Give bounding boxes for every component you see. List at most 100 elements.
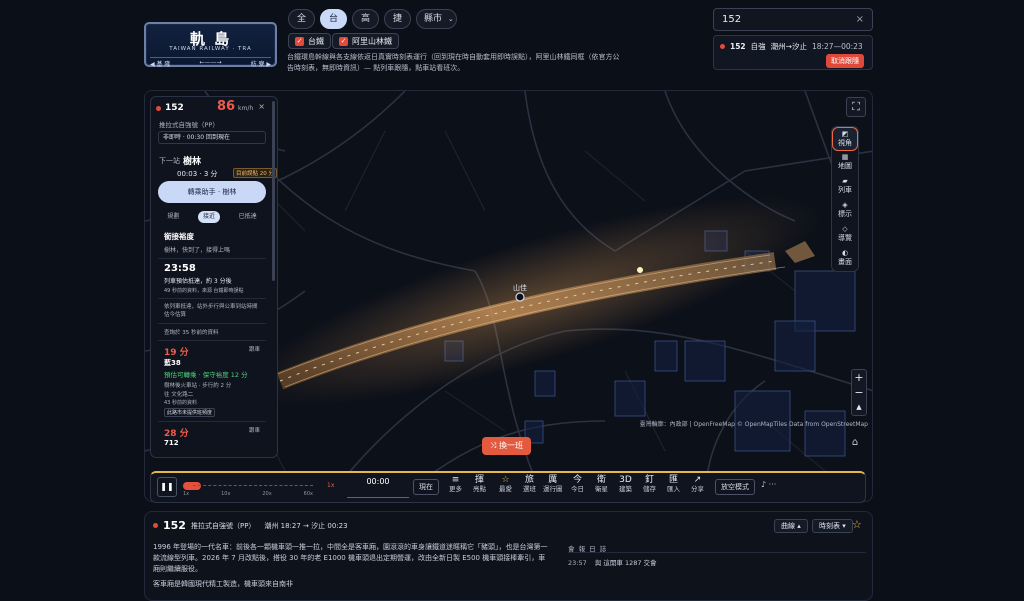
speed-slider[interactable]: 1x 10x 20x 60x [183, 478, 313, 498]
time-scrubber[interactable]: 00:00 [347, 476, 409, 498]
marker-icon: ◈ [842, 201, 848, 209]
curve-button[interactable]: 曲線 ▴ [774, 519, 808, 533]
tool-save[interactable]: 釘儲存 [643, 476, 656, 494]
filter-hsr-button[interactable]: 高 [352, 9, 379, 29]
follow-label[interactable]: 跟車 [249, 426, 260, 439]
rail-item-view[interactable]: ◩ 視角 [832, 127, 858, 151]
music-icon[interactable]: ♪ ··· [761, 480, 776, 489]
import-icon: 匯 [668, 475, 678, 485]
star-icon[interactable]: ☆ [852, 518, 862, 531]
rail-item-tour[interactable]: ◇ 導覽 [832, 223, 858, 247]
app-logo[interactable]: 軌 島 TAIWAN RAILWAY · TRA ◀ 基 隆 ←——→ 枋 寮 … [144, 22, 277, 68]
filter-city-dropdown[interactable]: 縣市 ⌄ [416, 9, 457, 29]
tool-satellite[interactable]: 衛衛星 [595, 476, 608, 494]
pause-button[interactable]: ❚❚ [157, 477, 177, 497]
filter-all-button[interactable]: 全 [288, 9, 315, 29]
panel-scroll-content[interactable]: 銜接裕度 樹林，快到了，接得上嗎 23:58 列車預估抵達，約 3 分後 49 … [158, 227, 266, 451]
station-label: 山佳 [513, 283, 527, 292]
train-description: 1996 年登場的一代名車：前後各一顆機車頭一推一拉，中間全是客車廂，園滾滾的車… [153, 543, 548, 573]
search-result-item[interactable]: 152 自強 潮州→汐止 18:27—00:23 取消跟隨 [713, 35, 873, 70]
connection-title: 銜接裕度 [164, 232, 194, 241]
log-entry: 23:57 與 這開車 1287 交會 [568, 557, 657, 567]
tool-label: 運行圖 [543, 485, 563, 493]
tool-label: 分享 [691, 485, 704, 493]
detail-train-number: 152 [163, 519, 186, 532]
realtime-banner: 非即時 · 00:30 回到現在 [158, 131, 266, 144]
clear-icon[interactable]: × [856, 14, 864, 25]
rail-item-map[interactable]: ▦ 地圖 [832, 151, 858, 175]
locate-icon[interactable]: ⌂ [848, 437, 862, 451]
panel-scrollbar[interactable] [272, 101, 275, 281]
speed-tick: 60x [303, 491, 313, 497]
rail-item-display[interactable]: ◐ 畫面 [832, 247, 858, 271]
now-button[interactable]: 現在 [413, 479, 439, 495]
log-time: 23:57 [568, 559, 587, 567]
tool-more[interactable]: ≡ 更多 [449, 476, 462, 494]
search-input[interactable]: 152 × [713, 8, 873, 31]
result-train-type: 自強 [750, 42, 766, 51]
tool-highlight[interactable]: 揮亮點 [473, 476, 486, 494]
tool-today[interactable]: 今今日 [571, 476, 584, 494]
rail-item-train[interactable]: ▰ 列車 [832, 175, 858, 199]
speed-tick: 10x [221, 491, 231, 497]
tool-import[interactable]: 匯匯入 [667, 476, 680, 494]
tool-label: 更多 [449, 485, 462, 493]
back-to-now-link[interactable]: 回到現在 [206, 134, 230, 141]
tool-diagram[interactable]: 厲運行圖 [543, 476, 563, 494]
timetable-button[interactable]: 時刻表 ▾ [812, 519, 853, 533]
today-icon: 今 [572, 475, 582, 485]
view-icon: ◩ [841, 130, 849, 138]
zoom-in-button[interactable]: + [852, 370, 866, 385]
rail-item-marker[interactable]: ◈ 標示 [832, 199, 858, 223]
tool-select[interactable]: 旅選班 [523, 476, 536, 494]
close-icon[interactable]: × [258, 102, 265, 111]
compass-button[interactable]: ▲ [852, 400, 866, 415]
train-marker[interactable] [637, 267, 643, 273]
switch-train-label: 換一班 [498, 441, 523, 450]
tool-label: 匯入 [667, 485, 680, 493]
transfer-assist-button[interactable]: 轉乘助手 · 樹林 [158, 181, 266, 203]
tab-arrived[interactable]: 已抵達 [239, 211, 257, 223]
tool-share[interactable]: ↗ 分享 [691, 476, 704, 494]
diagram-icon: 厲 [548, 475, 558, 485]
checkbox-tra[interactable]: ✓ 台鐵 [288, 33, 331, 49]
filter-tra-button[interactable]: 台 [320, 9, 347, 29]
result-route: 潮州→汐止 [770, 42, 807, 51]
shuffle-icon: ⤨ [490, 441, 499, 450]
rail-label-map: 地圖 [838, 162, 852, 170]
station-marker[interactable] [515, 292, 525, 302]
cancel-follow-button[interactable]: 取消跟隨 [826, 54, 864, 68]
bus-info-chip[interactable]: 此路市未提供班頻度 [164, 408, 216, 417]
tool-buildings[interactable]: 3D 建築 [619, 476, 632, 494]
speed-slider-thumb[interactable] [183, 482, 201, 490]
bus-minutes: 19 分 [164, 348, 189, 358]
playback-bar: ❚❚ 1x 10x 20x 60x 1x 00:00 現在 ≡ 更多 揮亮點 ☆ 最… [150, 471, 866, 503]
select-icon: 旅 [524, 475, 534, 485]
logo-subtitle: TAIWAN RAILWAY · TRA [169, 46, 252, 52]
pin-icon: 釘 [644, 475, 654, 485]
checkbox-alishan[interactable]: ✓ 阿里山林鐵 [332, 33, 399, 49]
free-mode-button[interactable]: 放空模式 [715, 479, 755, 495]
train-fact: 客車廂是韓國現代精工製造，機車頭來自南非 [153, 580, 293, 588]
tool-label: 儲存 [643, 485, 656, 493]
follow-label[interactable]: 跟車 [249, 345, 260, 358]
fullscreen-icon[interactable]: ⛶ [846, 97, 866, 117]
chevron-down-icon: ⌄ [447, 15, 454, 23]
satellite-icon: 衛 [596, 475, 606, 485]
connection-text: 樹林，快到了，接得上嗎 [164, 247, 231, 254]
tool-favorite[interactable]: ☆ 最愛 [499, 476, 512, 494]
bus-number: 藍38 [164, 359, 181, 367]
app-description: 台鐵環島幹線與各支線依返日真實時刻表運行（回到現在時自動套用即時誤點），阿里山林… [287, 53, 620, 72]
zoom-out-button[interactable]: − [852, 385, 866, 400]
tab-approach[interactable]: 接近 [197, 211, 220, 223]
result-time: 18:27—00:23 [811, 42, 863, 51]
map-icon: ▦ [841, 153, 849, 161]
speed-tick: 20x [262, 491, 272, 497]
switch-train-button[interactable]: ⤨ 換一班 [482, 437, 531, 455]
display-icon: ◐ [841, 249, 849, 257]
bus-option[interactable]: 19 分 跟車 藍38 預估可轉乘 · 保守裕度 12 分 樹林後火車站 · 步行… [158, 340, 266, 421]
tab-plan[interactable]: 規劃 [167, 211, 179, 223]
bus-option[interactable]: 28 分 跟車 712 [158, 421, 266, 451]
next-station-eta: 00:03 · 3 分 [177, 170, 218, 178]
filter-metro-button[interactable]: 捷 [384, 9, 411, 29]
